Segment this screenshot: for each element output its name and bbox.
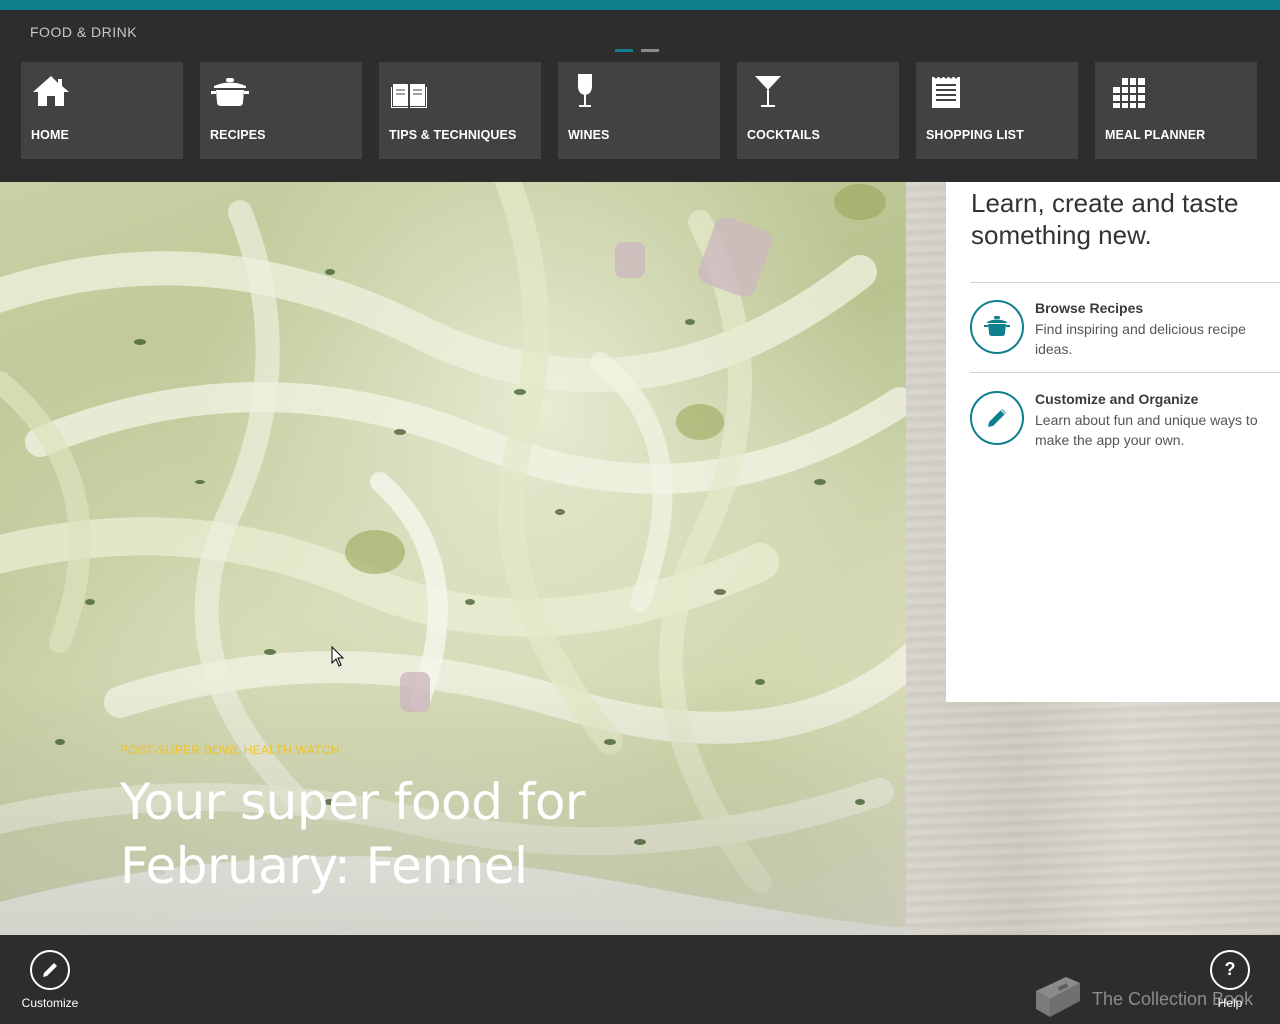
- hero-kicker: POST-SUPER BOWL HEALTH WATCH: [120, 743, 340, 757]
- accent-strip: [0, 0, 1280, 10]
- nav-tile-recipes[interactable]: RECIPES: [200, 62, 362, 159]
- grid-calendar-icon: [1113, 78, 1145, 108]
- customize-button[interactable]: [30, 950, 70, 990]
- nav-tile-meal-planner[interactable]: MEAL PLANNER: [1095, 62, 1257, 159]
- nav-tile-label: RECIPES: [210, 128, 266, 142]
- pot-icon: [970, 300, 1024, 354]
- item-description: Find inspiring and delicious recipe idea…: [1035, 321, 1246, 357]
- cocktail-glass-icon: [755, 76, 781, 107]
- nav-tile-label: SHOPPING LIST: [926, 128, 1024, 142]
- mouse-cursor-icon: [331, 646, 345, 667]
- open-book-icon: [391, 84, 427, 108]
- home-icon: [33, 76, 69, 106]
- help-button[interactable]: ?: [1210, 950, 1250, 990]
- app-bar: Customize The Collection Book ? Help: [0, 935, 1280, 1024]
- page-dot-inactive[interactable]: [641, 49, 659, 52]
- app-title: FOOD & DRINK: [30, 24, 138, 40]
- customize-label: Customize: [21, 996, 79, 1010]
- hero-headline[interactable]: Your super food for February: Fennel: [120, 770, 760, 898]
- nav-tile-label: COCKTAILS: [747, 128, 820, 142]
- browse-recipes-link[interactable]: Browse Recipes Find inspiring and delici…: [970, 300, 1280, 370]
- book-icon: [1036, 977, 1080, 1017]
- item-title: Browse Recipes: [1035, 300, 1144, 316]
- nav-tile-shopping-list[interactable]: SHOPPING LIST: [916, 62, 1078, 159]
- nav-tile-label: WINES: [568, 128, 610, 142]
- nav-bar: FOOD & DRINK HOME RECIPES TIPS & TECHNIQ…: [0, 10, 1280, 182]
- customize-organize-link[interactable]: Customize and Organize Learn about fun a…: [970, 391, 1280, 461]
- nav-tile-label: TIPS & TECHNIQUES: [389, 128, 517, 142]
- panel-heading: Learn, create and taste something new.: [971, 188, 1239, 250]
- pencil-icon: [970, 391, 1024, 445]
- help-label: Help: [1217, 996, 1243, 1010]
- hero-feature[interactable]: POST-SUPER BOWL HEALTH WATCH Your super …: [0, 182, 906, 935]
- pencil-icon: [43, 963, 57, 977]
- nav-tile-home[interactable]: HOME: [21, 62, 183, 159]
- nav-tile-label: HOME: [31, 128, 69, 142]
- divider: [970, 372, 1280, 373]
- list-pad-icon: [932, 75, 960, 108]
- nav-tile-tips-techniques[interactable]: TIPS & TECHNIQUES: [379, 62, 541, 159]
- content-area: POST-SUPER BOWL HEALTH WATCH Your super …: [0, 182, 1280, 935]
- wine-glass-icon: [578, 74, 592, 107]
- nav-tile-wines[interactable]: WINES: [558, 62, 720, 159]
- item-title: Customize and Organize: [1035, 391, 1199, 407]
- pot-icon: [211, 78, 249, 106]
- nav-tile-label: MEAL PLANNER: [1105, 128, 1206, 142]
- item-description: Learn about fun and unique ways to make …: [1035, 412, 1258, 448]
- page-dot-active[interactable]: [615, 49, 633, 52]
- nav-tile-cocktails[interactable]: COCKTAILS: [737, 62, 899, 159]
- getting-started-panel: Learn, create and taste something new. B…: [946, 182, 1280, 702]
- divider: [970, 282, 1280, 283]
- help-glyph: ?: [1224, 959, 1236, 979]
